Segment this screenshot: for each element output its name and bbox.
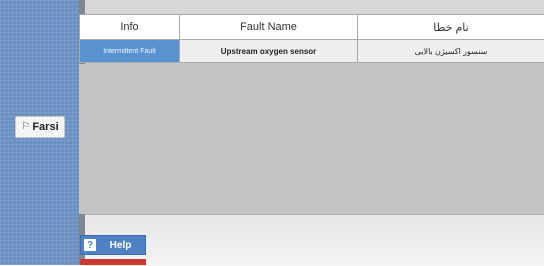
- bottom-toolbar: [85, 214, 544, 266]
- column-header-fault-name[interactable]: Fault Name: [180, 15, 358, 40]
- cell-fault-name-farsi[interactable]: سنسور اکسیژن بالایی: [358, 40, 544, 63]
- top-strip: [85, 0, 544, 14]
- question-icon: ?: [84, 239, 96, 251]
- empty-list-area: [79, 64, 544, 214]
- fault-table: Info Fault Name نام خطا Intermittent Fau…: [79, 14, 544, 63]
- cell-fault-name[interactable]: Upstream oxygen sensor: [180, 40, 358, 63]
- help-button-label: Help: [96, 240, 145, 251]
- table-header-row: Info Fault Name نام خطا: [80, 15, 544, 40]
- flag-icon: ⚐: [21, 122, 30, 132]
- main-panel: Info Fault Name نام خطا Intermittent Fau…: [85, 0, 544, 265]
- farsi-language-button[interactable]: ⚐ Farsi: [15, 116, 65, 138]
- cell-info[interactable]: Intermittent Fault: [80, 40, 180, 63]
- table-row[interactable]: Intermittent Fault Upstream oxygen senso…: [80, 40, 544, 63]
- alert-button[interactable]: [80, 259, 146, 265]
- farsi-button-label: Farsi: [32, 121, 58, 133]
- sidebar: ⚐ Farsi: [0, 0, 79, 265]
- help-button[interactable]: ? Help: [80, 235, 146, 255]
- column-header-info[interactable]: Info: [80, 15, 180, 40]
- column-header-fault-name-farsi[interactable]: نام خطا: [358, 15, 544, 40]
